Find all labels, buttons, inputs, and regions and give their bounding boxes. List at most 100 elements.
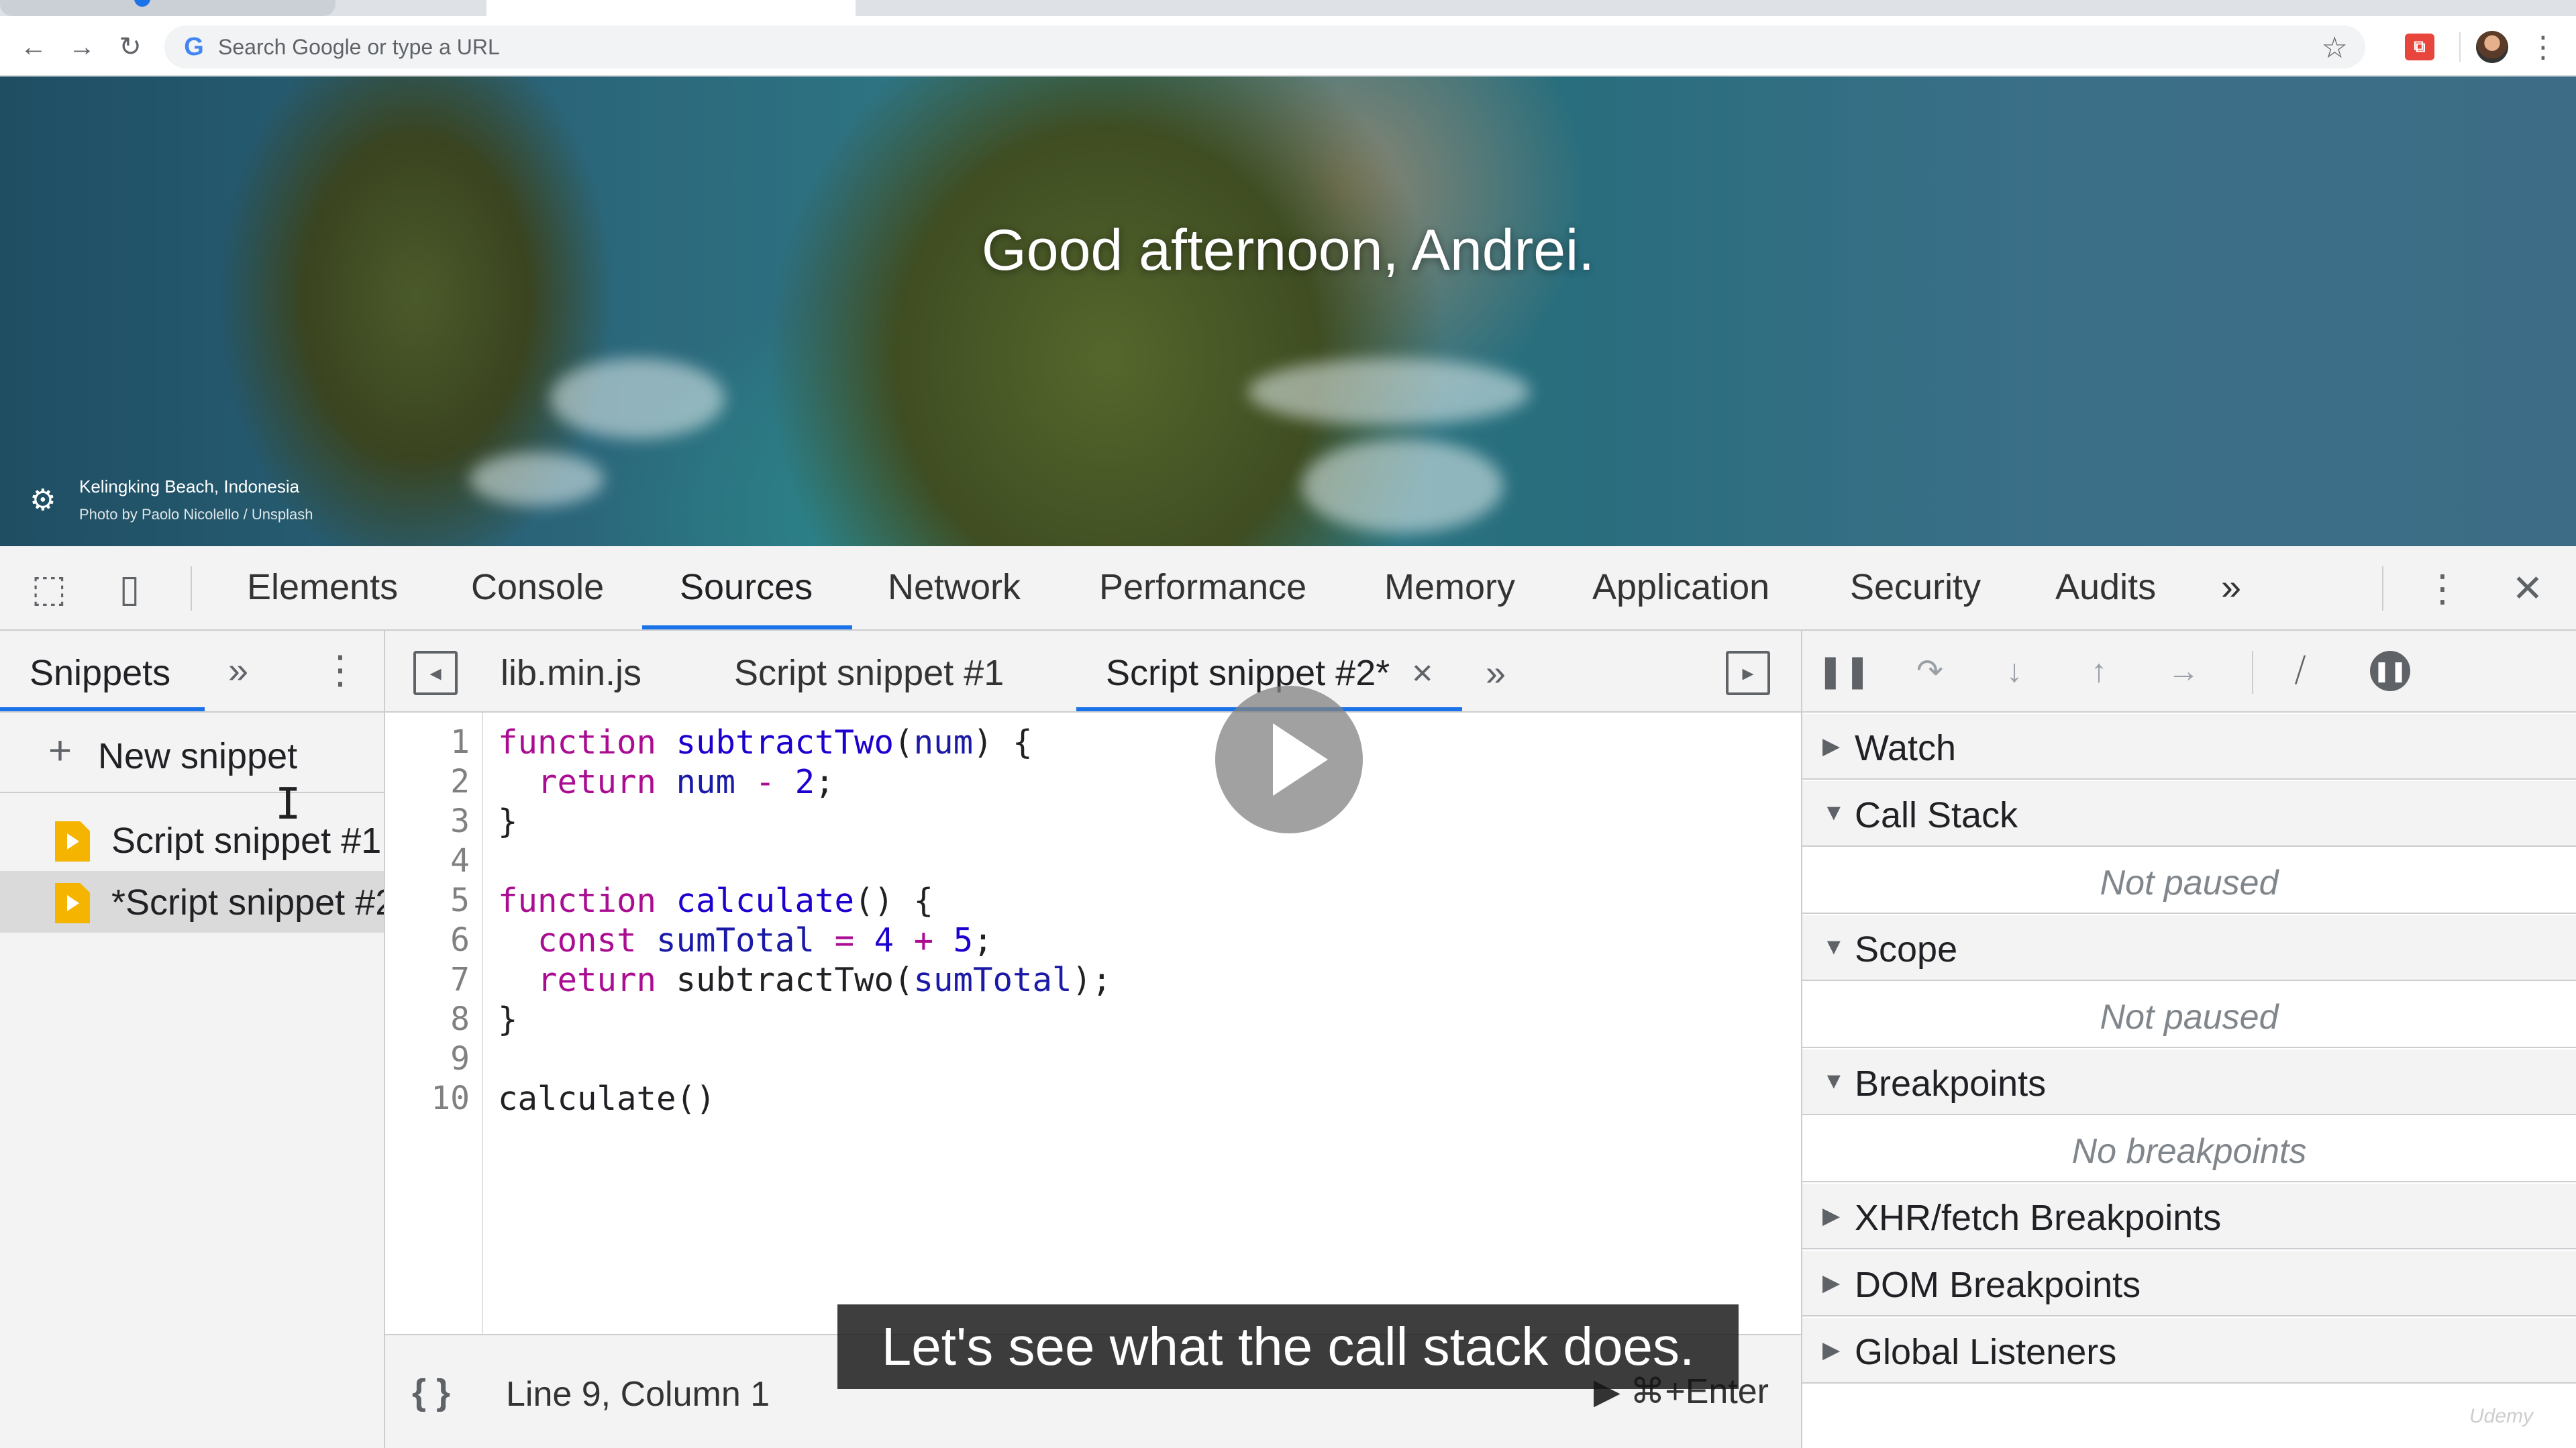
new-snippet-button[interactable]: + New snippet [0,713,384,793]
global-listeners-section-header[interactable]: ▶ Global Listeners [1802,1318,2576,1384]
section-title: Scope [1855,929,1958,970]
tab-memory[interactable]: Memory [1384,566,1515,608]
tab-security[interactable]: Security [1850,566,1981,608]
step-out-icon[interactable]: ↑ [2079,651,2119,691]
inspect-element-icon[interactable]: ⬚ [27,566,71,611]
scope-section-header[interactable]: ▼ Scope [1802,915,2576,981]
browser-tab-inactive[interactable] [856,0,2576,16]
photo-credit[interactable]: Photo by Paolo Nicolello / Unsplash [79,506,313,523]
browser-tab-current[interactable] [486,0,856,16]
new-snippet-label: New snippet [98,736,298,776]
editor-tab-snippet-2[interactable]: Script snippet #2* [1106,652,1390,694]
toggle-debugger-icon[interactable]: ▸ [1726,651,1770,695]
address-bar[interactable]: G Search Google or type a URL ☆ [164,25,2365,68]
text-cursor-icon: I [275,780,301,829]
toggle-navigator-icon[interactable]: ◂ [413,651,458,695]
line-number[interactable]: 3 [450,803,470,840]
tab-console[interactable]: Console [471,566,604,608]
line-number[interactable]: 8 [450,1000,470,1038]
tab-elements[interactable]: Elements [247,566,398,608]
breakpoints-section-header[interactable]: ▼ Breakpoints [1802,1049,2576,1115]
line-number-gutter[interactable]: 1 2 3 4 5 6 7 8 9 10 [385,713,483,1334]
line-number[interactable]: 4 [450,842,470,880]
deactivate-breakpoints-icon[interactable]: ⧸ [2280,651,2320,691]
breakpoints-status: No breakpoints [2071,1132,2307,1171]
line-number[interactable]: 2 [450,763,470,800]
toolbar-separator [2459,32,2461,62]
snippet-file-icon [55,821,90,862]
more-tabs-icon[interactable]: » [2221,566,2241,608]
browser-tab-active[interactable] [0,0,336,16]
call-stack-section-header[interactable]: ▼ Call Stack [1802,781,2576,847]
tab-application[interactable]: Application [1592,566,1769,608]
debugger-sidebar: ❚❚ ↷ ↓ ↑ → ⧸ ❚❚ ▶ Watch ▼ Call Stack Not… [1802,631,2576,1448]
step-icon[interactable]: → [2163,651,2204,691]
step-over-icon[interactable]: ↷ [1910,651,1950,691]
dom-breakpoints-section-header[interactable]: ▶ DOM Breakpoints [1802,1251,2576,1316]
line-number[interactable]: 1 [450,723,470,761]
tab-sources[interactable]: Sources [680,566,813,608]
reload-icon[interactable]: ↻ [111,28,149,66]
close-devtools-icon[interactable]: ✕ [2506,566,2550,611]
toolbar-divider [2252,651,2253,694]
expand-arrow-icon: ▶ [1822,733,1841,759]
snippet-item-label: *Script snippet #2 [111,882,384,923]
pause-icon[interactable]: ❚❚ [1817,651,1871,691]
call-stack-status: Not paused [2100,864,2279,902]
tab-audits[interactable]: Audits [2055,566,2156,608]
step-into-icon[interactable]: ↓ [1994,651,2034,691]
active-tab-indicator [642,625,852,629]
chrome-menu-icon[interactable]: ⋮ [2528,28,2558,66]
video-caption: Let's see what the call stack does. [837,1304,1739,1389]
code-line[interactable]: return num - 2; [498,763,835,801]
code-line[interactable]: function calculate() { [498,882,933,920]
tab-performance[interactable]: Performance [1099,566,1306,608]
editor-more-tabs-icon[interactable]: » [1486,652,1506,694]
customize-gear-icon[interactable]: ⚙ [30,483,56,517]
line-number[interactable]: 6 [450,921,470,959]
profile-avatar[interactable] [2476,31,2508,63]
xhr-breakpoints-section-header[interactable]: ▶ XHR/fetch Breakpoints [1802,1184,2576,1249]
plus-icon: + [48,728,72,773]
section-title: Global Listeners [1855,1332,2117,1372]
code-line[interactable]: calculate() [498,1080,716,1118]
watch-section-header[interactable]: ▶ Watch [1802,714,2576,780]
snippet-item-1[interactable]: Script snippet #1 [0,809,384,871]
tab-network[interactable]: Network [888,566,1021,608]
bookmark-star-icon[interactable]: ☆ [2322,31,2348,65]
code-line[interactable]: } [498,803,518,841]
editor-tab-lib-min-js[interactable]: lib.min.js [501,652,641,694]
navigator-more-icon[interactable]: » [228,650,248,691]
pretty-print-button[interactable]: { } [412,1372,450,1413]
video-play-button[interactable] [1215,686,1363,833]
code-line[interactable]: const sumTotal = 4 + 5; [498,921,993,960]
code-line[interactable]: return subtractTwo(sumTotal); [498,961,1112,999]
close-tab-icon[interactable]: × [1412,652,1433,694]
expand-arrow-icon: ▶ [1822,1203,1841,1229]
extension-icon[interactable]: ⧉ [2405,34,2434,60]
line-number[interactable]: 5 [450,882,470,919]
pause-on-exceptions-icon[interactable]: ❚❚ [2370,651,2410,691]
snippet-item-2-selected[interactable]: *Script snippet #2 [0,871,384,933]
section-title: Breakpoints [1855,1064,2047,1104]
section-title: Call Stack [1855,795,2018,835]
collapse-arrow-icon: ▼ [1822,1068,1845,1094]
back-arrow-icon[interactable]: ← [15,28,52,66]
line-number[interactable]: 7 [450,961,470,998]
line-number[interactable]: 9 [450,1040,470,1078]
devtools-menu-icon[interactable]: ⋮ [2424,566,2461,611]
navigator-menu-icon[interactable]: ⋮ [321,647,360,692]
photo-location[interactable]: Kelingking Beach, Indonesia [79,476,299,497]
code-line[interactable]: function subtractTwo(num) { [498,723,1033,762]
section-title: DOM Breakpoints [1855,1265,2141,1305]
udemy-watermark: Udemy [2469,1405,2534,1427]
breakpoints-body: No breakpoints [1802,1117,2576,1182]
snippets-tab[interactable]: Snippets [30,652,170,694]
toolbar-divider [191,566,192,611]
tab-favicon-icon [134,0,150,7]
line-number[interactable]: 10 [431,1080,470,1117]
device-toolbar-icon[interactable]: ▯ [107,566,152,611]
code-line[interactable]: } [498,1000,518,1039]
editor-tab-snippet-1[interactable]: Script snippet #1 [734,652,1004,694]
forward-arrow-icon[interactable]: → [63,28,101,66]
